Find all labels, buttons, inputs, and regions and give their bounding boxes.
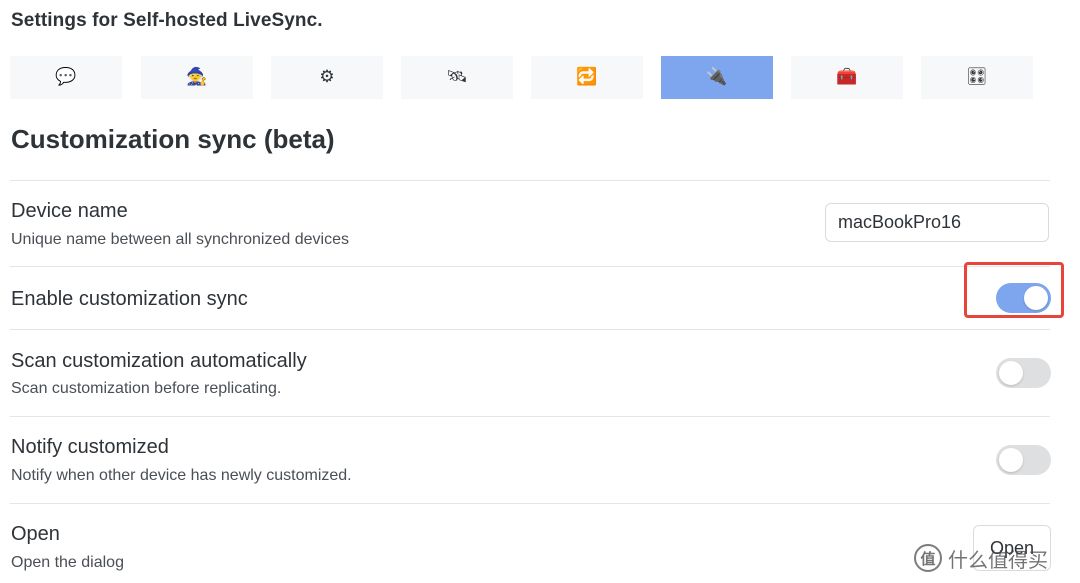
device-name-input[interactable]: [825, 203, 1049, 242]
tab-setup-wizard[interactable]: 🧙: [141, 56, 253, 99]
tab-sync[interactable]: 🔁: [531, 56, 643, 99]
divider: [10, 416, 1050, 417]
watermark: 值 什么值得买: [914, 541, 1048, 575]
scan-customization-label: Scan customization automatically: [11, 350, 307, 372]
scan-customization-desc: Scan customization before replicating.: [11, 380, 282, 397]
toggle-knob: [999, 448, 1023, 472]
gear-icon: ⚙: [319, 67, 335, 87]
toggle-knob: [999, 361, 1023, 385]
highlight-annotation-box: [964, 262, 1064, 318]
divider: [10, 503, 1050, 504]
tab-advanced[interactable]: 🎛: [921, 56, 1033, 99]
tab-remote[interactable]: 🛰: [401, 56, 513, 99]
sync-arrows-icon: 🔁: [576, 67, 598, 87]
settings-tab-strip: 💬 🧙 ⚙ 🛰 🔁 🔌 🧰 🎛: [10, 56, 1050, 100]
notify-customized-desc: Notify when other device has newly custo…: [11, 467, 352, 484]
tab-settings[interactable]: ⚙: [271, 56, 383, 99]
wizard-icon: 🧙: [186, 67, 208, 87]
toolbox-icon: 🧰: [836, 67, 858, 87]
open-desc: Open the dialog: [11, 554, 124, 571]
section-title: Customization sync (beta): [11, 124, 335, 154]
device-name-label: Device name: [11, 200, 128, 222]
scan-customization-toggle[interactable]: [996, 358, 1051, 388]
watermark-text: 什么值得买: [948, 547, 1048, 572]
enable-customization-sync-label: Enable customization sync: [11, 288, 248, 310]
tab-general[interactable]: 💬: [10, 56, 122, 99]
plug-icon: 🔌: [706, 67, 728, 87]
notify-customized-label: Notify customized: [11, 436, 169, 458]
tab-hatch[interactable]: 🧰: [791, 56, 903, 99]
open-label: Open: [11, 523, 60, 545]
divider: [10, 266, 1050, 267]
page-header: Settings for Self-hosted LiveSync.: [11, 10, 323, 31]
satellite-icon: 🛰: [446, 67, 468, 87]
tab-customization-sync[interactable]: 🔌: [661, 56, 773, 99]
control-knobs-icon: 🎛: [966, 67, 988, 87]
speech-bubble-icon: 💬: [55, 67, 77, 87]
notify-customized-toggle[interactable]: [996, 445, 1051, 475]
device-name-desc: Unique name between all synchronized dev…: [11, 231, 349, 248]
watermark-logo-icon: 值: [914, 544, 942, 572]
divider: [10, 329, 1050, 330]
divider: [10, 180, 1050, 181]
